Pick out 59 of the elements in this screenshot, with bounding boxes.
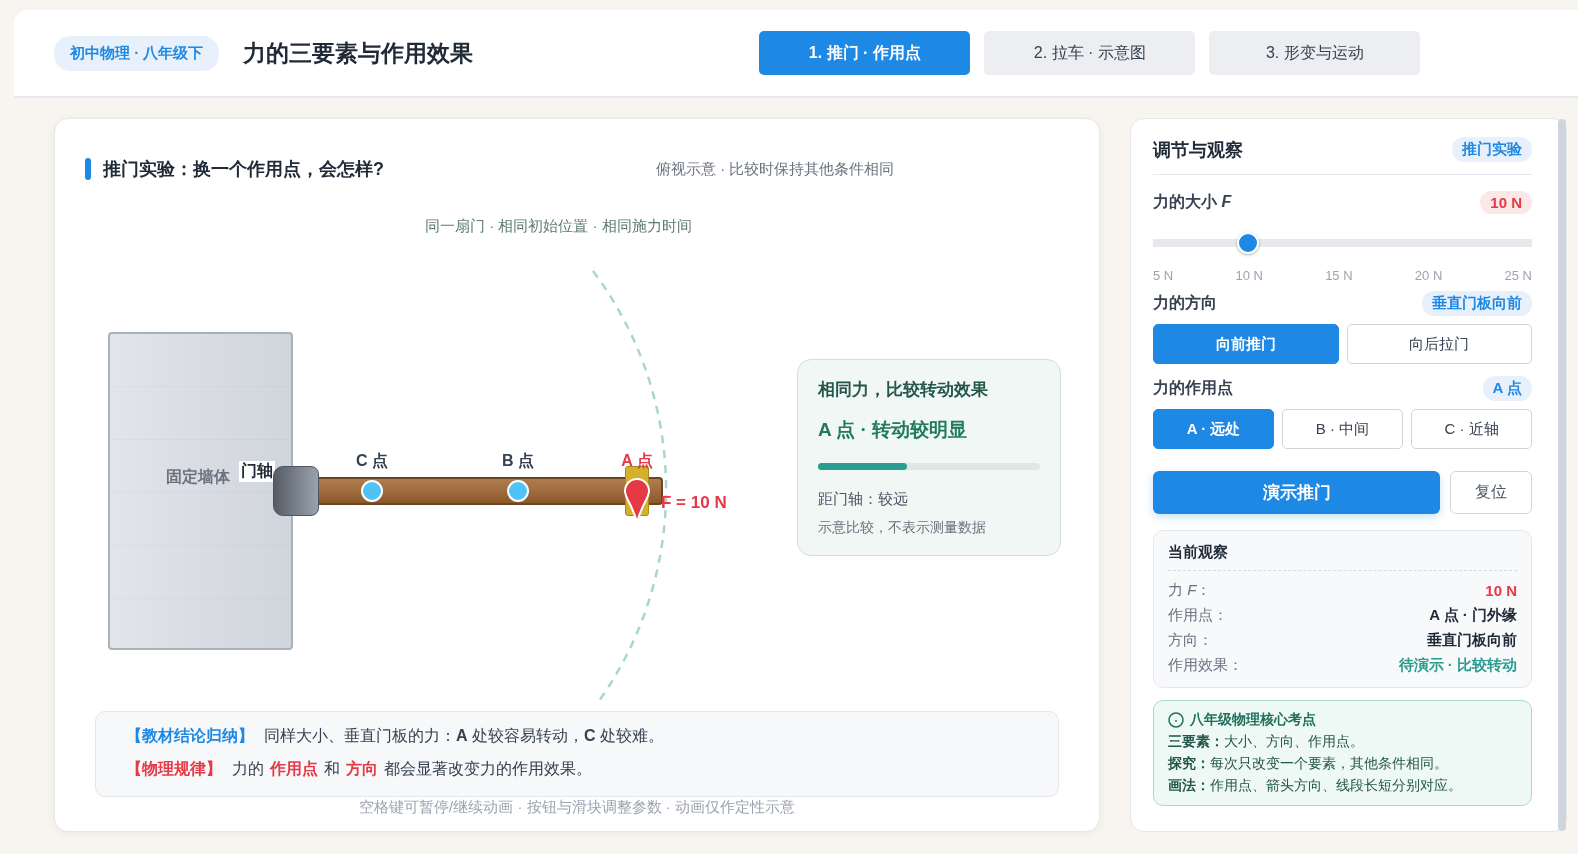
reset-button[interactable]: 复位 [1450, 471, 1532, 514]
observation-value: 10 N [1485, 582, 1517, 599]
tick-label: 15 N [1325, 268, 1353, 283]
mode-badge: 推门实验 [1452, 137, 1532, 162]
observation-value: 垂直门板向前 [1427, 631, 1517, 650]
point-label: B 点 [502, 451, 534, 471]
observation-label: 作用点： [1168, 606, 1228, 625]
keypoint-text: 画法：作用点、箭头方向、线段长短分别对应。 [1168, 777, 1463, 795]
option-button[interactable]: B · 中间 [1282, 409, 1403, 449]
subject-badge: 初中物理 · 八年级下 [54, 35, 220, 71]
stage-caption: 同一扇门 · 相同初始位置 · 相同施力时间 [425, 217, 692, 236]
tick-label: 5 N [1153, 268, 1174, 283]
experiment-subtitle: 俯视示意 · 比较时保持其他条件相同 [656, 159, 895, 179]
lesson-tab[interactable]: 1. 推门 · 作用点 [759, 31, 971, 75]
wall-label: 固定墙体 [166, 467, 230, 487]
slider-thumb[interactable] [1236, 232, 1259, 254]
option-button[interactable]: C · 近轴 [1411, 409, 1532, 449]
demo-button[interactable]: 演示推门 [1153, 471, 1440, 514]
hinge [273, 466, 319, 516]
panel-title: 调节与观察 [1153, 138, 1243, 162]
lesson-tab[interactable]: 3. 形变与运动 [1209, 31, 1421, 75]
scrollbar[interactable] [1558, 119, 1566, 831]
compare-result: A 点 · 转动较明显 [818, 418, 969, 442]
point-label: A 点 [621, 451, 653, 471]
distance-text: 距门轴：较远 [818, 490, 909, 509]
experiment-title: 推门实验：换一个作用点，会怎样? [103, 158, 385, 181]
observation-title: 当前观察 [1168, 543, 1517, 571]
hinge-label: 门轴 [239, 461, 275, 482]
option-button[interactable]: 向后拉门 [1346, 324, 1532, 364]
magnitude-label: 力的大小 F [1153, 192, 1232, 212]
observation-label: 作用效果： [1168, 656, 1243, 675]
conclusion-text: 【教材结论归纳】 同样大小、垂直门板的力：A 处较容易转动，C 处较难。 [126, 726, 666, 746]
force-label: F = 10 N [661, 493, 727, 513]
keypoint-text: 探究：每次只改变一个要素，其他条件相同。 [1168, 755, 1449, 773]
observation-label: 方向： [1168, 631, 1213, 650]
compare-note: 示意比较，不表示测量数据 [818, 519, 987, 537]
magnitude-value: 10 N [1480, 191, 1532, 214]
group-value: 垂直门板向前 [1422, 291, 1532, 316]
observation-value: A 点 · 门外缘 [1429, 606, 1517, 625]
group-label: 力的方向 [1153, 293, 1217, 313]
info-icon [1168, 712, 1184, 728]
observation-label: 力 F： [1168, 581, 1212, 600]
title-marker [85, 158, 91, 180]
option-button[interactable]: A · 远处 [1153, 409, 1274, 449]
observation-value: 待演示 · 比较转动 [1398, 656, 1517, 675]
lesson-tab[interactable]: 2. 拉车 · 示意图 [984, 31, 1196, 75]
hint-text: 空格键可暂停/继续动画 · 按钮与滑块调整参数 · 动画仅作定性示意 [359, 798, 795, 817]
compare-title: 相同力，比较转动效果 [818, 379, 989, 401]
option-button[interactable]: 向前推门 [1153, 324, 1339, 364]
group-value: A 点 [1482, 376, 1532, 401]
page-title: 力的三要素与作用效果 [243, 38, 475, 68]
conclusion-text: 【物理规律】 力的 作用点 和 方向 都会显著改变力的作用效果。 [126, 759, 593, 779]
point-label: C 点 [356, 451, 388, 471]
keypoint-text: 三要素：大小、方向、作用点。 [1168, 733, 1365, 751]
tick-label: 10 N [1235, 268, 1263, 283]
group-label: 力的作用点 [1153, 378, 1233, 398]
keypoints-title: 八年级物理核心考点 [1190, 711, 1316, 729]
tick-label: 20 N [1414, 268, 1443, 283]
tick-label: 25 N [1504, 268, 1532, 283]
